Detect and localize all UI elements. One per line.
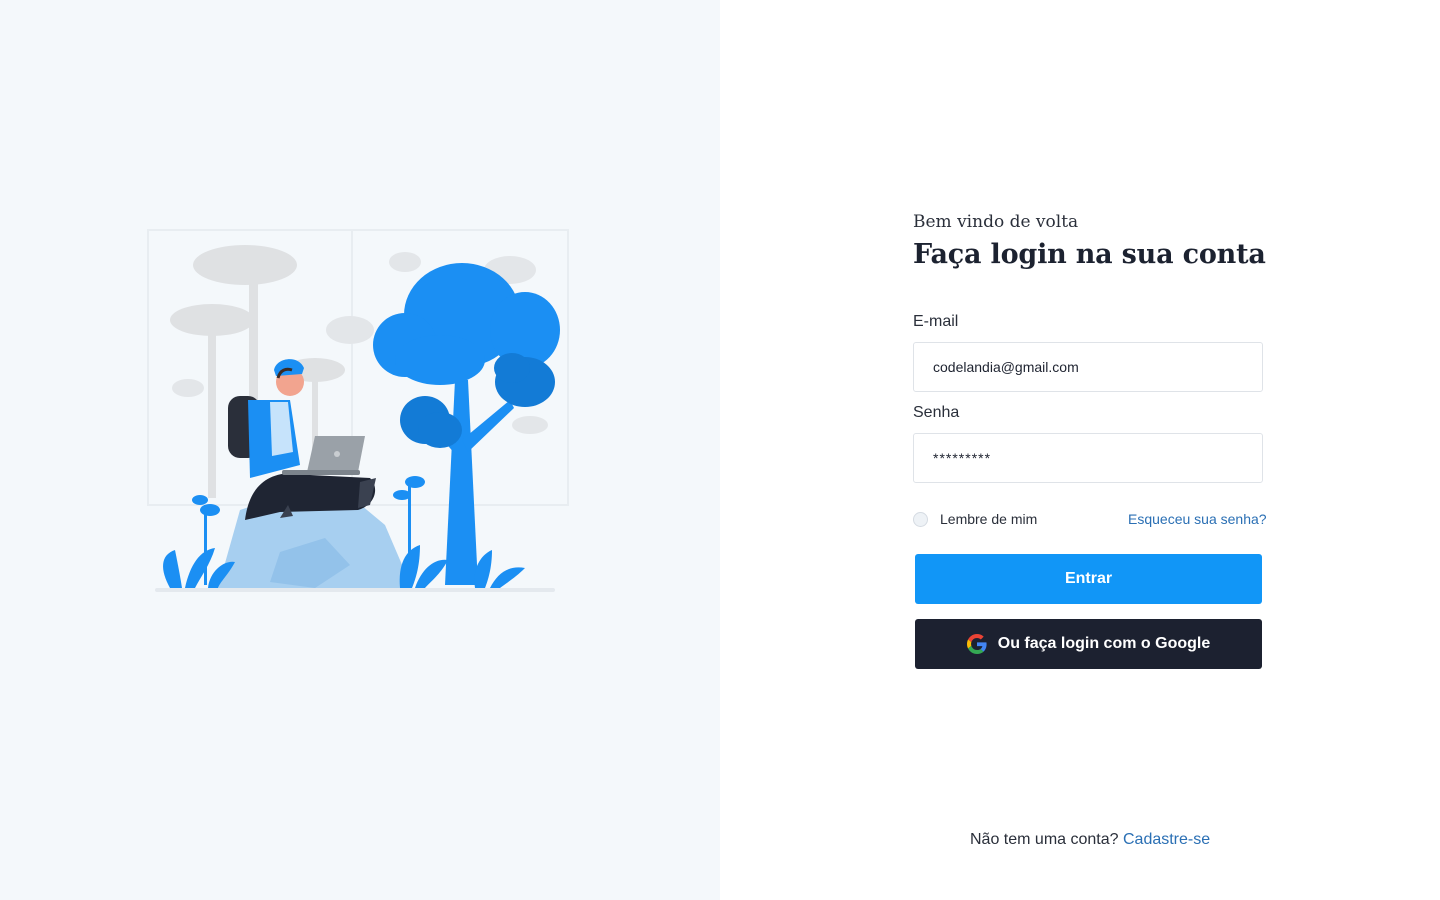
- google-login-button[interactable]: Ou faça login com o Google: [915, 619, 1262, 669]
- illustration-panel: [0, 0, 720, 900]
- remember-me-option[interactable]: Lembre de mim: [913, 511, 1037, 527]
- login-button[interactable]: Entrar: [915, 554, 1262, 604]
- signup-prompt: Não tem uma conta? Cadastre-se: [970, 831, 1210, 849]
- email-input[interactable]: [913, 342, 1263, 392]
- welcome-subtitle: Bem vindo de volta: [913, 212, 1079, 232]
- remember-me-label: Lembre de mim: [940, 511, 1038, 527]
- google-logo-icon: [966, 634, 987, 654]
- remember-me-radio[interactable]: [913, 511, 928, 527]
- login-button-label: Entrar: [1064, 570, 1113, 587]
- forgot-password-link[interactable]: Esqueceu sua senha?: [1128, 511, 1267, 527]
- signup-link[interactable]: Cadastre-se: [1123, 831, 1210, 848]
- person-laptop-forest-illustration: [147, 229, 569, 592]
- login-panel: Bem vindo de volta Faça login na sua con…: [720, 0, 1440, 900]
- password-input[interactable]: [913, 433, 1263, 483]
- password-label: Senha: [913, 404, 960, 421]
- signup-prompt-text: Não tem uma conta?: [970, 831, 1119, 848]
- google-login-label: Ou faça login com o Google: [997, 635, 1211, 652]
- email-label: E-mail: [913, 313, 959, 330]
- page-title: Faça login na sua conta: [913, 239, 1266, 270]
